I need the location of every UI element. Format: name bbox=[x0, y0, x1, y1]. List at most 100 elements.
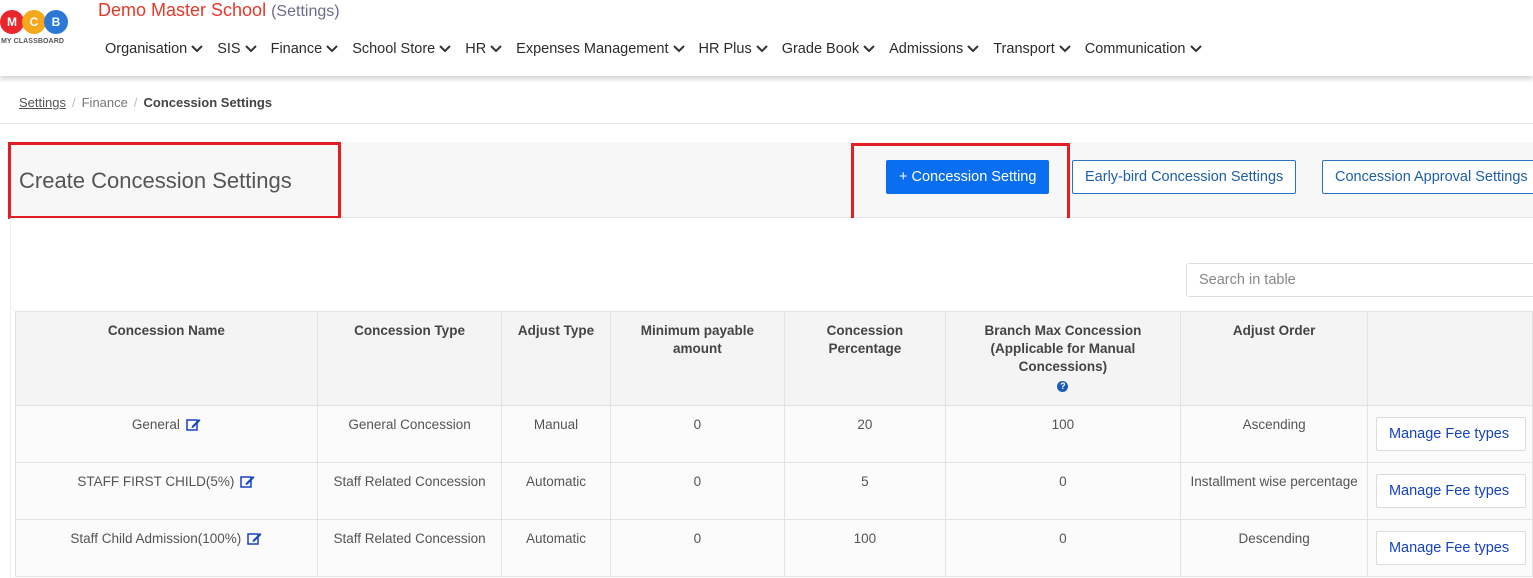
col-header-percentage[interactable]: Concession Percentage bbox=[784, 311, 946, 406]
cell-branch-max: 0 bbox=[944, 462, 1182, 520]
nav-item-grade-book[interactable]: Grade Book bbox=[782, 41, 875, 57]
cell-adjust-order: Installment wise percentage bbox=[1180, 462, 1368, 520]
nav-item-label: Transport bbox=[993, 41, 1055, 57]
cell-adjust-type: Automatic bbox=[501, 462, 611, 520]
school-name-text: Demo Master School bbox=[98, 0, 267, 20]
cell-actions: Manage Fee types bbox=[1366, 519, 1533, 577]
cell-adjust-order: Descending bbox=[1180, 519, 1368, 577]
col-header-concession-type[interactable]: Concession Type bbox=[316, 311, 503, 406]
cell-adjust-order: Ascending bbox=[1180, 405, 1368, 463]
nav-item-label: HR bbox=[465, 41, 487, 57]
page-title: Create Concession Settings bbox=[19, 168, 292, 193]
nav-item-label: Expenses Management bbox=[516, 41, 669, 57]
chevron-down-icon bbox=[755, 44, 768, 54]
nav-item-expenses-management[interactable]: Expenses Management bbox=[516, 41, 685, 57]
cell-branch-max: 0 bbox=[944, 519, 1182, 577]
cell-concession-name: Staff Child Admission(100%) bbox=[15, 519, 318, 577]
cell-percentage: 100 bbox=[784, 519, 946, 577]
edit-icon[interactable] bbox=[247, 531, 262, 550]
chevron-down-icon bbox=[244, 44, 257, 54]
nav-item-transport[interactable]: Transport bbox=[993, 41, 1071, 57]
nav-item-communication[interactable]: Communication bbox=[1085, 41, 1202, 57]
chevron-down-icon bbox=[490, 44, 502, 54]
school-name: Demo Master School (Settings) bbox=[98, 0, 340, 21]
cell-percentage: 5 bbox=[784, 462, 946, 520]
edit-icon[interactable] bbox=[240, 474, 255, 493]
earlybird-concession-button[interactable]: Early-bird Concession Settings bbox=[1072, 160, 1297, 194]
concession-table: Concession Name Concession Type Adjust T… bbox=[15, 311, 1533, 577]
nav-item-label: HR Plus bbox=[698, 41, 752, 57]
nav-item-label: Admissions bbox=[889, 41, 964, 57]
nav-item-label: SIS bbox=[217, 41, 241, 57]
table-row: Staff Child Admission(100%) Staff Related… bbox=[15, 519, 1533, 577]
main-nav: Organisation SIS Finance School Store HR Expe… bbox=[105, 40, 1216, 62]
cell-percentage: 20 bbox=[784, 405, 946, 463]
breadcrumb-current: Concession Settings bbox=[143, 95, 273, 110]
earlybird-concession-label: Early-bird Concession Settings bbox=[1085, 169, 1284, 185]
breadcrumb-finance[interactable]: Finance bbox=[82, 95, 128, 110]
col-header-min-payable[interactable]: Minimum payable amount bbox=[609, 311, 786, 406]
nav-item-label: Finance bbox=[270, 41, 323, 57]
cell-concession-name: STAFF FIRST CHILD(5%) bbox=[15, 462, 318, 520]
breadcrumb-settings[interactable]: Settings bbox=[19, 95, 66, 110]
school-logo[interactable]: M C B MY CLASSBOARD bbox=[0, 10, 72, 50]
chevron-down-icon bbox=[439, 44, 451, 54]
nav-item-school-store[interactable]: School Store bbox=[352, 41, 451, 57]
chevron-down-icon bbox=[326, 44, 338, 54]
nav-item-label: School Store bbox=[352, 41, 436, 57]
cell-adjust-type: Automatic bbox=[501, 519, 611, 577]
col-header-concession-name[interactable]: Concession Name bbox=[15, 311, 318, 406]
chevron-down-icon bbox=[1059, 44, 1071, 54]
nav-item-admissions[interactable]: Admissions bbox=[889, 41, 979, 57]
help-icon[interactable]: ? bbox=[1057, 381, 1069, 392]
breadcrumb-separator: / bbox=[133, 95, 138, 110]
cell-concession-name: General bbox=[15, 405, 318, 463]
manage-fee-types-button[interactable]: Manage Fee types bbox=[1375, 474, 1526, 508]
chevron-down-icon bbox=[672, 44, 685, 54]
nav-item-organisation[interactable]: Organisation bbox=[105, 41, 203, 57]
cell-branch-max: 100 bbox=[944, 405, 1182, 463]
breadcrumb: Settings / Finance / Concession Settings bbox=[0, 90, 1533, 124]
cell-min-payable: 0 bbox=[609, 462, 786, 520]
concession-approval-label: Concession Approval Settings bbox=[1335, 169, 1528, 185]
chevron-down-icon bbox=[863, 44, 875, 54]
cell-actions: Manage Fee types bbox=[1366, 462, 1533, 520]
chevron-down-icon bbox=[1189, 44, 1202, 54]
cell-adjust-type: Manual bbox=[501, 405, 611, 463]
logo-letter-c: C bbox=[22, 10, 46, 34]
nav-item-hr[interactable]: HR bbox=[465, 41, 502, 57]
add-concession-setting-button[interactable]: + Concession Setting bbox=[886, 160, 1050, 194]
cell-concession-type: Staff Related Concession bbox=[316, 462, 503, 520]
manage-fee-types-button[interactable]: Manage Fee types bbox=[1375, 417, 1526, 451]
nav-item-hr-plus[interactable]: HR Plus bbox=[699, 41, 768, 57]
branch-max-header-label: Branch Max Concession (Applicable for Ma… bbox=[984, 323, 1142, 374]
cell-min-payable: 0 bbox=[609, 519, 786, 577]
breadcrumb-separator: / bbox=[71, 95, 76, 110]
col-header-adjust-order[interactable]: Adjust Order bbox=[1180, 311, 1368, 406]
nav-item-label: Organisation bbox=[105, 41, 188, 57]
manage-fee-types-button[interactable]: Manage Fee types bbox=[1375, 531, 1526, 565]
table-header-row: Concession Name Concession Type Adjust T… bbox=[15, 311, 1533, 406]
cell-actions: Manage Fee types bbox=[1366, 405, 1533, 463]
table-row: General General Concession Manual 0 20 100 Asc… bbox=[15, 405, 1533, 463]
concession-name-text: STAFF FIRST CHILD(5%) bbox=[77, 474, 235, 489]
table-row: STAFF FIRST CHILD(5%) Staff Related Conce… bbox=[15, 462, 1533, 520]
logo-letter-b: B bbox=[44, 10, 68, 34]
nav-item-label: Grade Book bbox=[781, 41, 860, 57]
concession-name-text: Staff Child Admission(100%) bbox=[70, 531, 242, 546]
section-label: (Settings) bbox=[271, 3, 340, 20]
nav-item-finance[interactable]: Finance bbox=[271, 41, 339, 57]
table-search-input[interactable] bbox=[1186, 263, 1533, 297]
col-header-branch-max[interactable]: Branch Max Concession (Applicable for Ma… bbox=[944, 311, 1182, 406]
chevron-down-icon bbox=[191, 44, 203, 54]
nav-item-sis[interactable]: SIS bbox=[217, 41, 257, 57]
add-concession-setting-label: + Concession Setting bbox=[899, 169, 1037, 185]
concession-name-text: General bbox=[131, 417, 180, 432]
logo-letter-m: M bbox=[0, 10, 24, 34]
cell-concession-type: General Concession bbox=[316, 405, 503, 463]
concession-approval-button[interactable]: Concession Approval Settings bbox=[1322, 160, 1533, 194]
top-header: M C B MY CLASSBOARD Demo Master School (… bbox=[0, 0, 1533, 76]
col-header-adjust-type[interactable]: Adjust Type bbox=[501, 311, 611, 406]
chevron-down-icon bbox=[967, 44, 979, 54]
edit-icon[interactable] bbox=[186, 417, 201, 436]
